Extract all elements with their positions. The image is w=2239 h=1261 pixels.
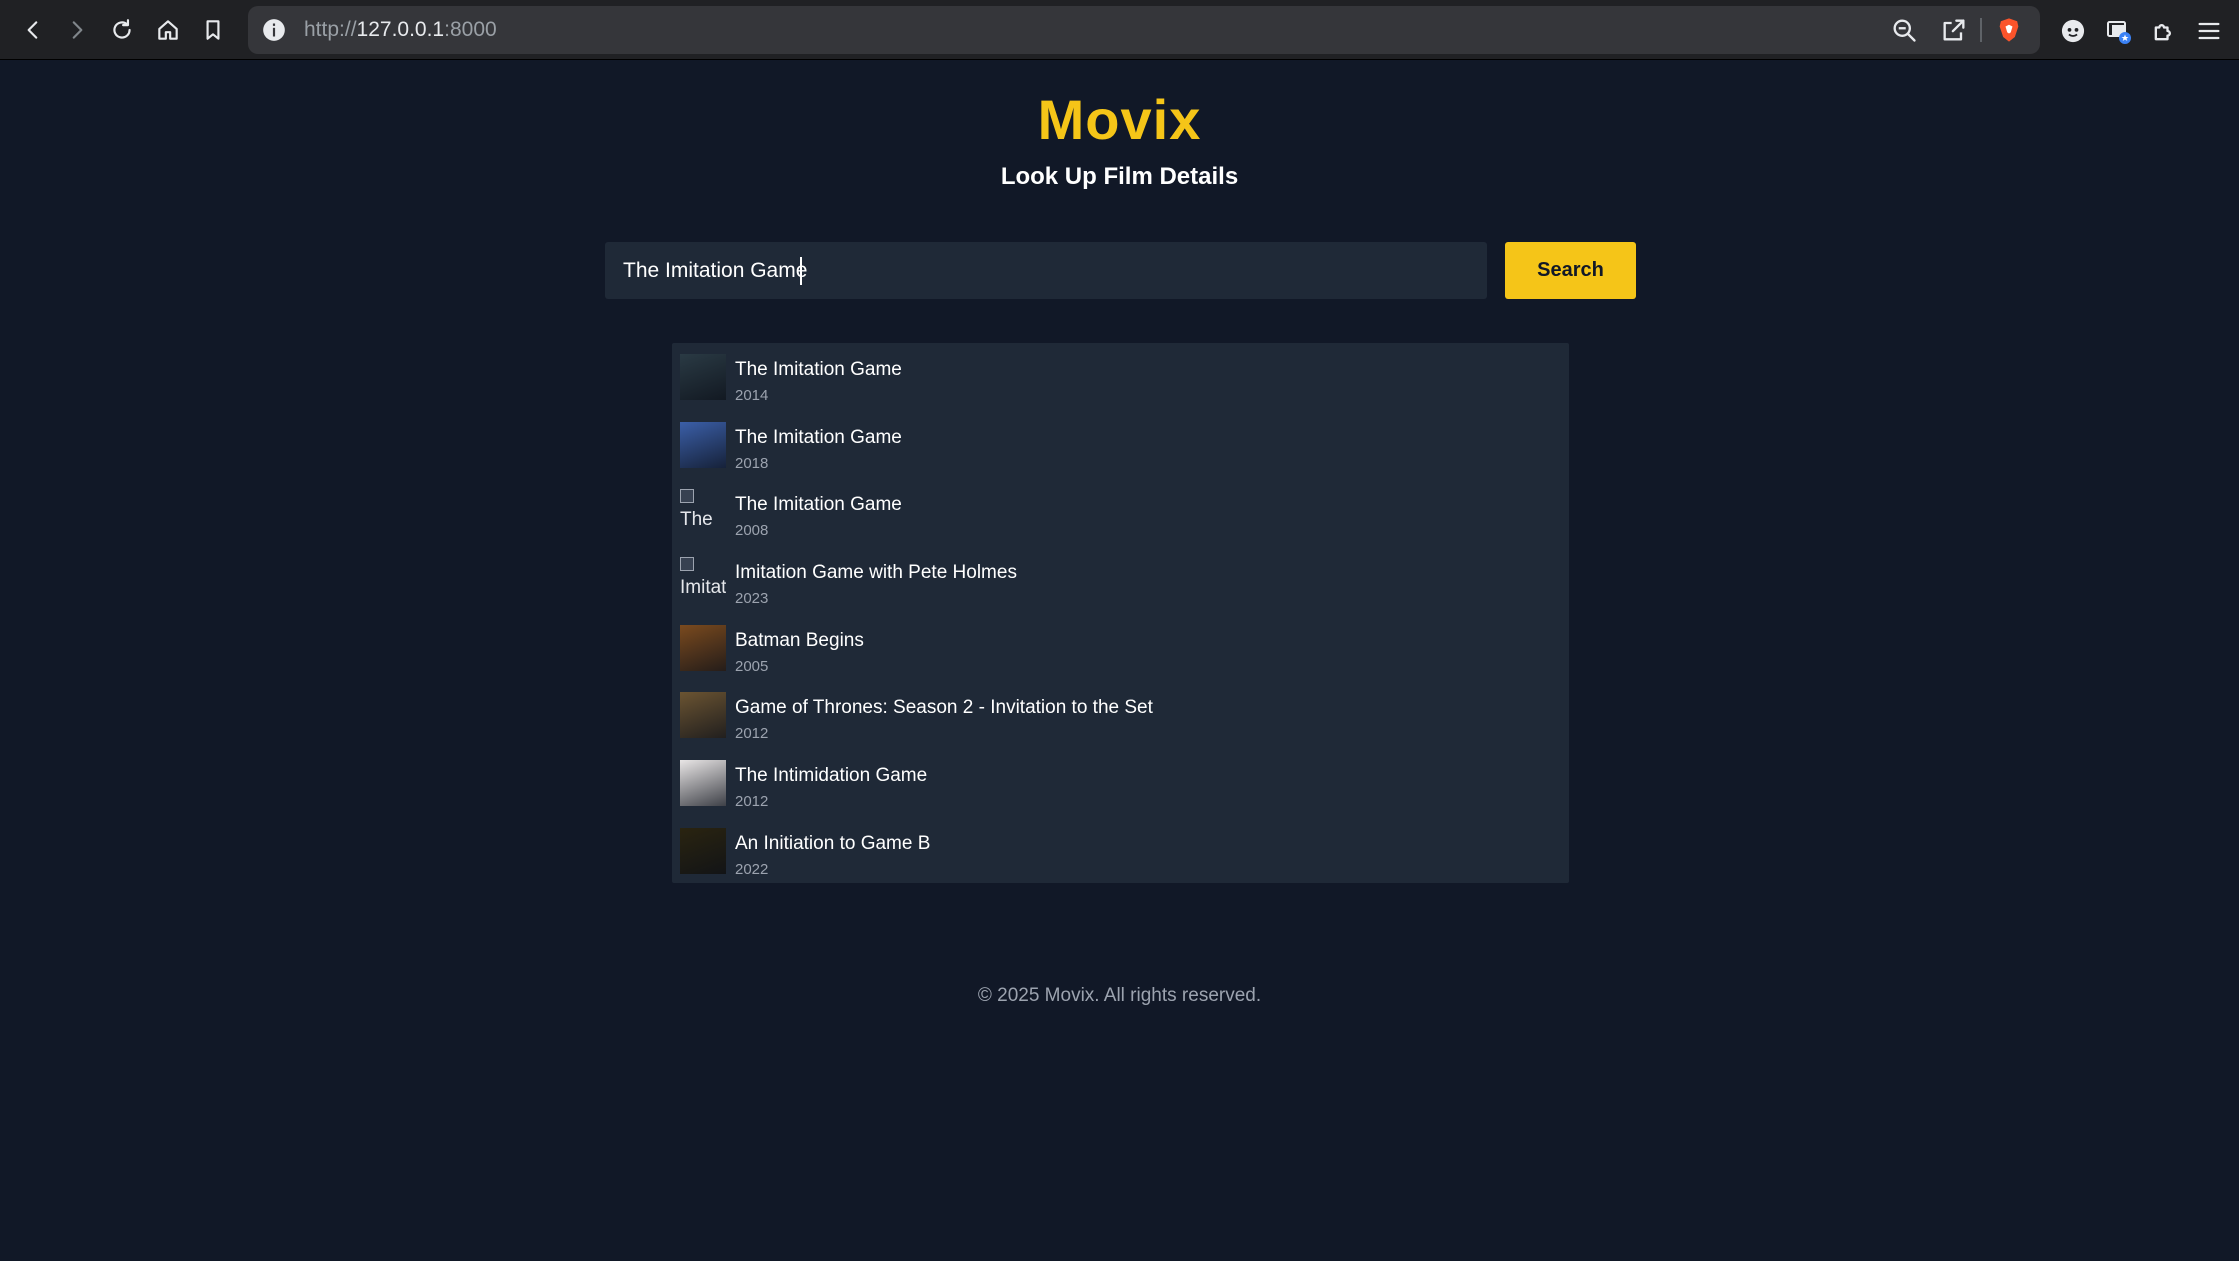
- broken-poster-image: The: [680, 489, 726, 535]
- result-item[interactable]: An Initiation to Game B 2022: [672, 825, 1569, 893]
- result-title: The Imitation Game: [735, 359, 902, 380]
- result-year: 2014: [735, 387, 769, 404]
- result-title: Batman Begins: [735, 629, 864, 651]
- result-title: The Intimidation Game: [735, 765, 928, 787]
- url-port: :8000: [444, 18, 497, 41]
- forward-icon[interactable]: [59, 12, 95, 48]
- home-icon[interactable]: [150, 12, 186, 48]
- extensions-icon[interactable]: [2145, 12, 2183, 50]
- poster-alt-text: The: [680, 509, 713, 531]
- url-separator: [1980, 18, 1982, 42]
- result-year: 2012: [735, 793, 769, 811]
- zoom-icon[interactable]: [1886, 12, 1922, 48]
- broken-image-icon: [680, 489, 694, 504]
- result-title: Game of Thrones: Season 2 - Invitation t…: [735, 697, 1153, 719]
- result-year: 2022: [735, 860, 769, 878]
- reload-icon[interactable]: [104, 12, 140, 48]
- url-host: 127.0.0.1: [356, 18, 445, 41]
- result-item[interactable]: Imitat Imitation Game with Pete Holmes 202…: [672, 554, 1569, 622]
- result-item[interactable]: The The Imitation Game 2008: [672, 486, 1569, 554]
- bookmark-icon[interactable]: [195, 12, 231, 48]
- back-icon[interactable]: [15, 12, 51, 48]
- poster-alt-text: Imitat: [680, 577, 726, 599]
- poster-thumbnail: [680, 624, 726, 671]
- result-item[interactable]: Batman Begins 2005: [672, 622, 1569, 690]
- result-title: Imitation Game with Pete Holmes: [735, 562, 1017, 584]
- broken-poster-image: Imitat: [680, 557, 726, 603]
- result-item[interactable]: Game of Thrones: Season 2 - Invitation t…: [672, 689, 1569, 757]
- page: Movix Look Up Film Details Search The Im…: [0, 61, 2239, 1261]
- poster-thumbnail: [680, 827, 726, 874]
- search-input[interactable]: [605, 242, 1487, 299]
- brand-title: Movix: [1037, 88, 1202, 151]
- result-year: 2008: [735, 522, 769, 540]
- result-item[interactable]: The Intimidation Game 2012: [672, 757, 1569, 825]
- wallet-icon[interactable]: [2100, 12, 2138, 50]
- text-caret: [800, 257, 802, 285]
- result-title: The Imitation Game: [735, 426, 902, 448]
- url-text[interactable]: http://127.0.0.1:8000: [304, 6, 497, 54]
- result-item[interactable]: The Imitation Game 2014: [672, 351, 1569, 419]
- poster-thumbnail: [680, 692, 726, 739]
- search-button[interactable]: Search: [1505, 242, 1636, 299]
- browser-toolbar: http://127.0.0.1:8000: [0, 0, 2239, 60]
- site-info-icon[interactable]: [260, 16, 288, 44]
- result-year: 2023: [735, 590, 769, 608]
- address-bar[interactable]: http://127.0.0.1:8000: [248, 6, 2040, 54]
- poster-thumbnail: [680, 421, 726, 468]
- result-year: 2005: [735, 657, 769, 675]
- leo-icon[interactable]: [2054, 12, 2092, 50]
- result-year: 2012: [735, 725, 769, 743]
- result-item[interactable]: The Imitation Game 2018: [672, 419, 1569, 487]
- result-year: 2018: [735, 454, 769, 472]
- results-dropdown: The Imitation Game 2014 The Imitation Game…: [672, 343, 1569, 883]
- poster-thumbnail: [680, 354, 726, 400]
- share-icon[interactable]: [1936, 12, 1972, 48]
- footer-copyright: © 2025 Movix. All rights reserved.: [977, 985, 1262, 1006]
- broken-image-icon: [680, 557, 694, 572]
- result-title: An Initiation to Game B: [735, 832, 931, 854]
- poster-thumbnail: [680, 760, 726, 807]
- result-title: The Imitation Game: [735, 494, 902, 516]
- page-subtitle: Look Up Film Details: [1000, 163, 1239, 190]
- menu-icon[interactable]: [2190, 12, 2228, 50]
- brave-shields-icon[interactable]: [1991, 12, 2027, 48]
- url-scheme: http://: [304, 18, 357, 41]
